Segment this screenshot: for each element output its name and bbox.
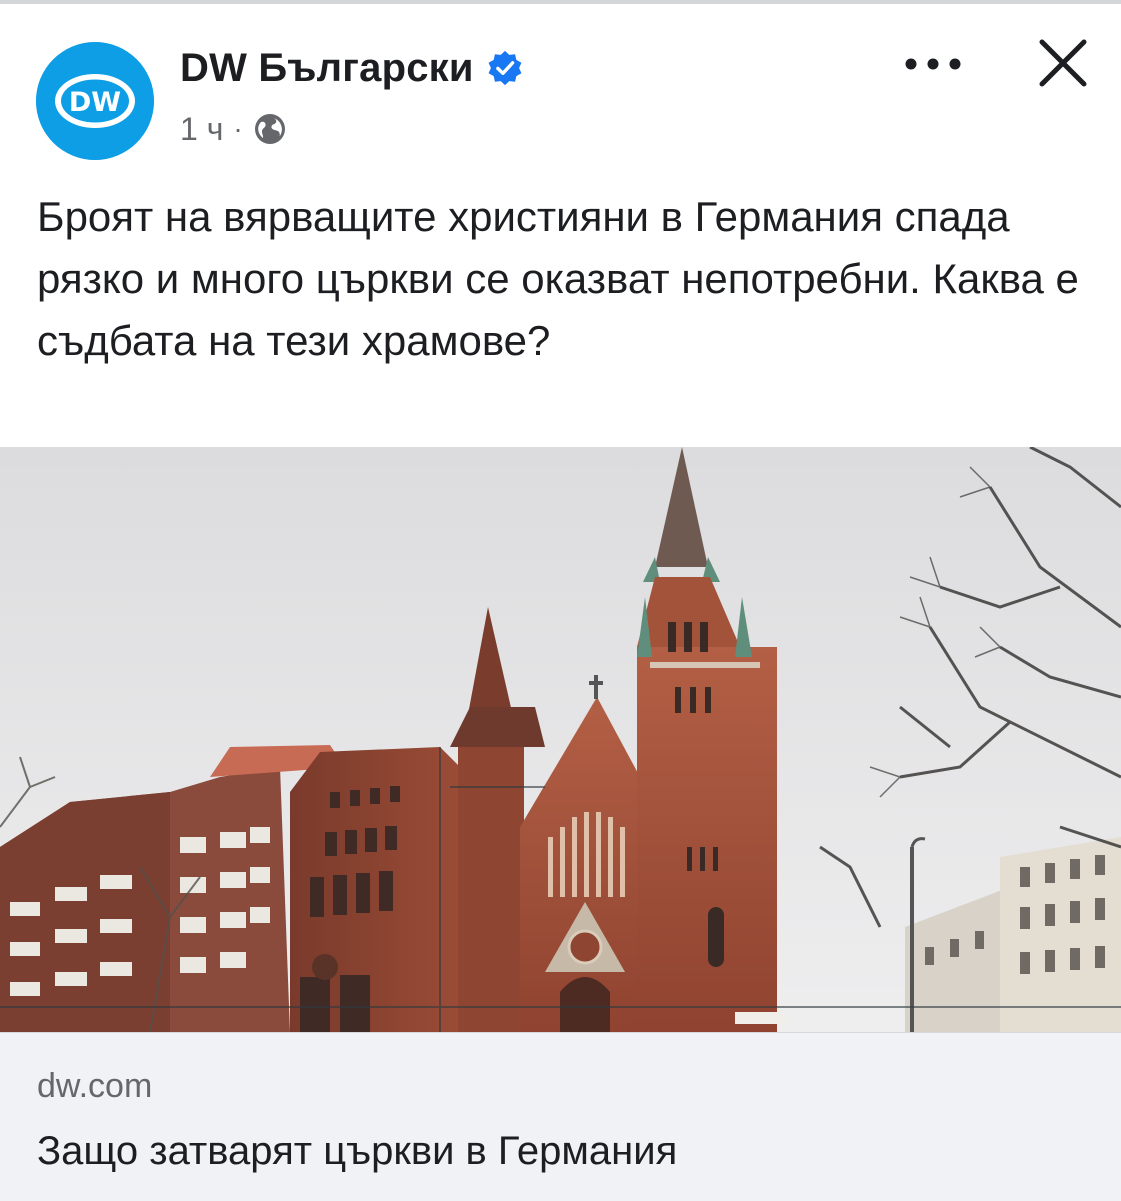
link-title[interactable]: Защо затварят църкви в Германия — [37, 1129, 677, 1174]
close-icon — [1039, 39, 1087, 87]
link-preview-image[interactable] — [0, 447, 1121, 1032]
church-photo — [0, 447, 1121, 1032]
page-name-link[interactable]: DW Български — [180, 46, 474, 91]
post-header: DW DW Български 1 ч · — [0, 0, 1121, 170]
link-preview-card[interactable]: dw.com Защо затварят църкви в Германия — [0, 1032, 1121, 1201]
more-dots-icon — [905, 58, 961, 70]
page-avatar[interactable]: DW — [36, 42, 154, 160]
globe-icon[interactable] — [253, 112, 287, 146]
verified-badge-icon — [488, 50, 522, 86]
post-timestamp[interactable]: 1 ч — [180, 111, 223, 148]
avatar-logo-text: DW — [69, 87, 121, 118]
close-button[interactable] — [1030, 30, 1096, 96]
post-meta: 1 ч · — [180, 108, 287, 150]
page-name-row: DW Български — [180, 42, 524, 94]
post-message: Броят на вярващите християни в Германия … — [37, 193, 1079, 364]
dw-logo-icon: DW — [36, 42, 154, 160]
link-domain: dw.com — [37, 1067, 153, 1105]
meta-separator: · — [233, 113, 243, 144]
more-options-button[interactable] — [888, 40, 978, 88]
